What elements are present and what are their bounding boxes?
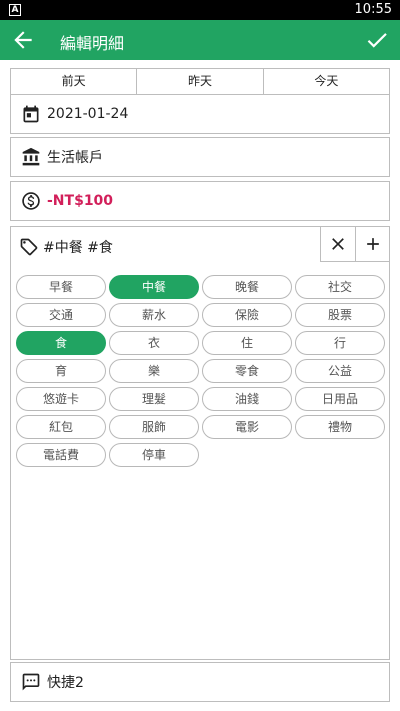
calendar-icon <box>23 105 39 123</box>
plus-icon <box>366 238 379 250</box>
tag-chip[interactable]: 禮物 <box>295 415 385 439</box>
tag-chip[interactable]: 早餐 <box>16 275 106 299</box>
sim-indicator: A <box>9 4 21 16</box>
tag-panel: #中餐 #食 早餐 中餐 晚餐 社交交通 薪水 保險 股票食衣住行育樂零食 公益悠遊卡 理髮 油錢… <box>10 226 390 660</box>
tag-chip[interactable]: 油錢 <box>202 387 292 411</box>
status-bar: A 10:55 <box>0 0 400 20</box>
quick-field[interactable]: 快捷2 <box>10 662 390 702</box>
close-icon <box>332 238 344 250</box>
tag-chip[interactable]: 電話費 <box>16 443 106 467</box>
tag-chip[interactable]: 社交 <box>295 275 385 299</box>
tag-actions <box>320 226 390 262</box>
tag-chip[interactable]: 食 <box>16 331 106 355</box>
date-value: 2021-01-24 <box>47 106 129 122</box>
tag-chip[interactable]: 股票 <box>295 303 385 327</box>
amount-field[interactable]: -NT$100 <box>10 181 390 221</box>
tag-chip[interactable]: 樂 <box>109 359 199 383</box>
selected-tags-header: #中餐 #食 <box>11 227 113 267</box>
quick-value: 快捷2 <box>47 675 84 691</box>
tab-yesterday[interactable]: 昨天 <box>137 69 264 94</box>
tag-chip[interactable]: 電影 <box>202 415 292 439</box>
tag-chip[interactable]: 理髮 <box>109 387 199 411</box>
tag-chip[interactable]: 交通 <box>16 303 106 327</box>
tag-chip[interactable]: 行 <box>295 331 385 355</box>
tag-chip[interactable]: 停車 <box>109 443 199 467</box>
day-tabs: 前天 昨天 今天 <box>10 68 390 95</box>
tag-chip[interactable]: 住 <box>202 331 292 355</box>
tab-today[interactable]: 今天 <box>264 69 389 94</box>
tag-chip[interactable]: 薪水 <box>109 303 199 327</box>
tag-chip[interactable]: 衣 <box>109 331 199 355</box>
tag-chip[interactable]: 育 <box>16 359 106 383</box>
tag-chip[interactable]: 中餐 <box>109 275 199 299</box>
tag-chip[interactable]: 晚餐 <box>202 275 292 299</box>
page-title: 編輯明細 <box>60 34 125 53</box>
tag-chip[interactable]: 保險 <box>202 303 292 327</box>
account-value: 生活帳戶 <box>47 150 103 166</box>
confirm-check-icon[interactable] <box>364 27 390 53</box>
tab-day-before-yesterday[interactable]: 前天 <box>11 69 138 94</box>
tag-chip[interactable]: 公益 <box>295 359 385 383</box>
back-arrow-icon[interactable] <box>10 27 36 53</box>
date-field[interactable]: 2021-01-24 <box>10 94 390 134</box>
bank-icon <box>22 147 40 166</box>
clear-tags-button[interactable] <box>321 227 355 261</box>
dollar-circle-icon <box>22 192 40 210</box>
tag-chip[interactable]: 零食 <box>202 359 292 383</box>
selected-tags-text: #中餐 #食 <box>43 240 113 256</box>
account-field[interactable]: 生活帳戶 <box>10 137 390 177</box>
status-time: 10:55 <box>354 2 392 17</box>
tag-chip[interactable]: 服飾 <box>109 415 199 439</box>
app-bar: 編輯明細 <box>0 20 400 60</box>
tag-chip[interactable]: 紅包 <box>16 415 106 439</box>
amount-value: -NT$100 <box>47 193 114 209</box>
tag-chip[interactable]: 悠遊卡 <box>16 387 106 411</box>
tag-icon <box>20 238 38 256</box>
tag-chip[interactable]: 日用品 <box>295 387 385 411</box>
message-icon <box>22 673 40 691</box>
add-tag-button[interactable] <box>355 227 389 261</box>
